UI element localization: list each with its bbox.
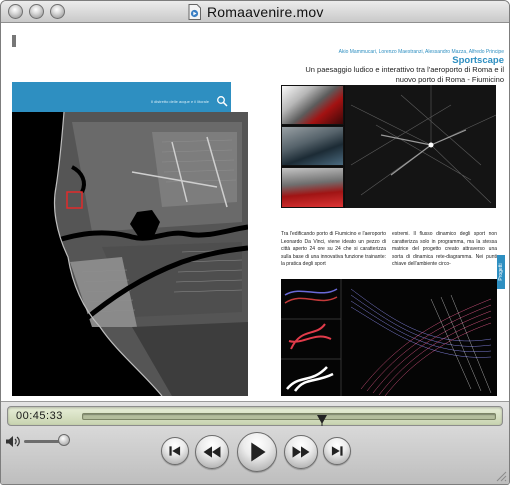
close-button[interactable]: [8, 4, 23, 19]
skip-to-end-button[interactable]: [323, 437, 351, 465]
skip-to-start-button[interactable]: [161, 437, 189, 465]
article-subtitle: Un paesaggio ludico e interattivo tra l'…: [305, 65, 504, 84]
aerial-map: [12, 112, 248, 396]
quicktime-window: Romaavenire.mov Il distretto delle acque…: [0, 0, 510, 485]
timeline-scrubber[interactable]: 00:45:33: [7, 406, 503, 426]
article-column-2: estremi. Il flusso dinamico degli sport …: [392, 231, 497, 268]
network-diagram-image: [281, 279, 497, 396]
photo-climber: [281, 85, 344, 125]
title-bar[interactable]: Romaavenire.mov: [1, 1, 509, 23]
window-title: Romaavenire.mov: [207, 4, 324, 20]
map-header-caption: Il distretto delle acque e il litorale: [150, 99, 209, 104]
resize-grip-icon[interactable]: [495, 470, 507, 482]
play-icon: [251, 442, 266, 462]
photo-skater: [281, 126, 344, 166]
minimize-button[interactable]: [29, 4, 44, 19]
skip-to-start-icon: [169, 446, 181, 456]
rewind-button[interactable]: [195, 435, 229, 469]
fast-forward-icon: [292, 446, 310, 458]
play-button[interactable]: [237, 432, 277, 472]
photo-rider: [281, 167, 344, 208]
skip-to-end-icon: [331, 446, 343, 456]
current-time: 00:45:33: [16, 410, 63, 422]
movie-document-icon: [188, 4, 201, 20]
timeline-track[interactable]: [82, 413, 496, 426]
diagram-graphic: [281, 279, 497, 396]
playhead-icon[interactable]: [316, 415, 327, 426]
article-body: Tra l'edificando porto di Fiumicino e l'…: [281, 231, 497, 279]
zoom-button[interactable]: [50, 4, 65, 19]
volume-knob[interactable]: [57, 434, 70, 446]
section-side-tab: Progetti: [497, 255, 505, 289]
movie-frame[interactable]: Il distretto delle acque e il litorale A…: [1, 23, 509, 401]
player-controls: 00:45:33: [1, 401, 509, 484]
page-marker-icon: [12, 35, 16, 47]
map-header-bar: Il distretto delle acque e il litorale: [12, 82, 231, 112]
rewind-icon: [203, 446, 221, 458]
aerial-photo-image: [12, 112, 248, 396]
side-tab-label: Progetti: [498, 263, 504, 281]
fast-forward-button[interactable]: [284, 435, 318, 469]
zoom-icon: [217, 96, 228, 107]
volume-icon[interactable]: [5, 435, 21, 448]
article-column-1: Tra l'edificando porto di Fiumicino e l'…: [281, 231, 386, 268]
